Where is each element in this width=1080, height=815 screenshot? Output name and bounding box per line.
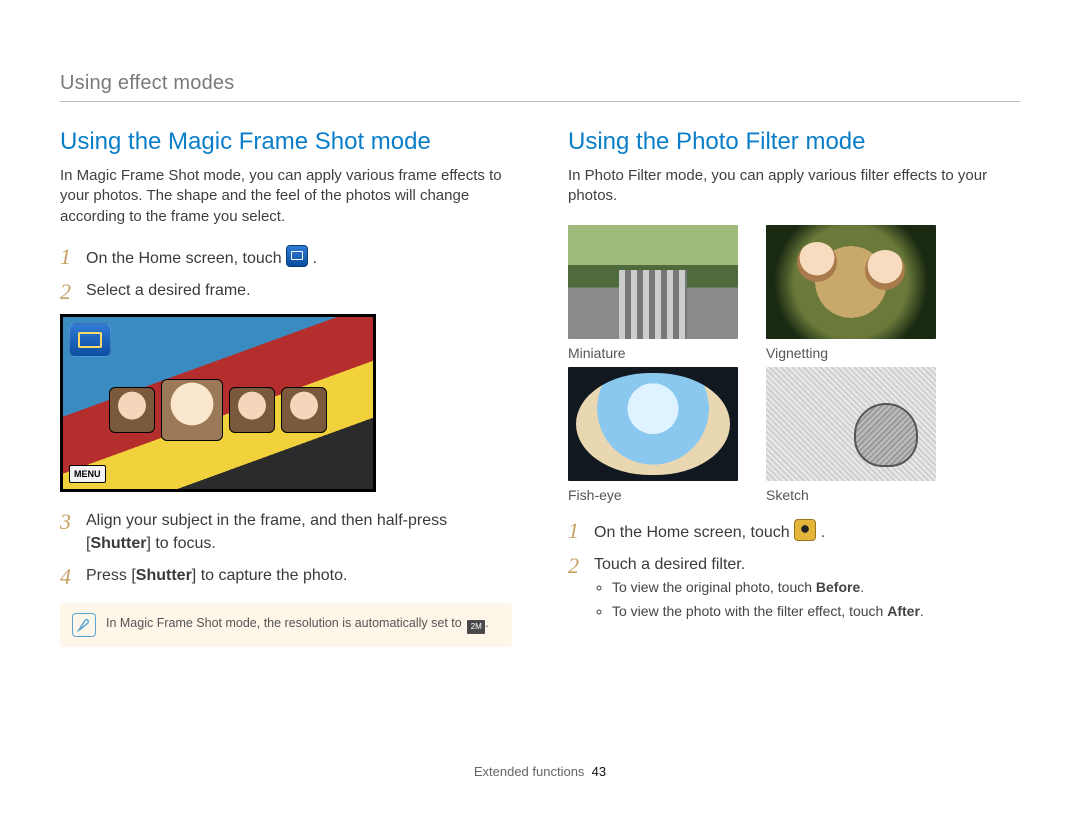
breadcrumb: Using effect modes xyxy=(60,72,1020,102)
text-fragment: In Magic Frame Shot mode, the resolution… xyxy=(106,616,465,630)
steps-list-continued: 3 Align your subject in the frame, and t… xyxy=(60,510,512,589)
section-title-photo-filter: Using the Photo Filter mode xyxy=(568,128,1020,156)
filter-label: Vignetting xyxy=(766,345,936,361)
filter-example: Fish-eye xyxy=(568,367,738,503)
step-text: On the Home screen, touch . xyxy=(594,519,1020,544)
step-text: Touch a desired filter. To view the orig… xyxy=(594,554,1020,626)
steps-list: 1 On the Home screen, touch . 2 Touch a … xyxy=(568,519,1020,626)
step-number: 2 xyxy=(60,280,86,304)
text-fragment: To view the original photo, touch xyxy=(612,579,816,595)
step-1: 1 On the Home screen, touch . xyxy=(60,245,512,270)
manual-page: Using effect modes Using the Magic Frame… xyxy=(0,0,1080,687)
step-2: 2 Touch a desired filter. To view the or… xyxy=(568,554,1020,626)
step-number: 1 xyxy=(568,519,594,543)
step-2: 2 Select a desired frame. xyxy=(60,280,512,304)
step-number: 3 xyxy=(60,510,86,534)
text-fragment: ] to capture the photo. xyxy=(192,567,348,584)
filter-examples-grid: Miniature Vignetting Fish-eye Sketch xyxy=(568,225,1020,503)
step-4: 4 Press [Shutter] to capture the photo. xyxy=(60,565,512,589)
filter-label: Sketch xyxy=(766,487,936,503)
shutter-label: Shutter xyxy=(136,567,192,584)
section-title-magic-frame: Using the Magic Frame Shot mode xyxy=(60,128,512,156)
text-fragment: Press [ xyxy=(86,567,136,584)
page-number: 43 xyxy=(592,764,606,779)
text-fragment: . xyxy=(313,250,317,267)
step-number: 2 xyxy=(568,554,594,578)
step-number: 4 xyxy=(60,565,86,589)
step-3: 3 Align your subject in the frame, and t… xyxy=(60,510,512,555)
filter-example: Vignetting xyxy=(766,225,936,361)
frame-thumbnail xyxy=(109,387,155,433)
step-1: 1 On the Home screen, touch . xyxy=(568,519,1020,544)
text-fragment: On the Home screen, touch xyxy=(86,250,286,267)
step-text: Press [Shutter] to capture the photo. xyxy=(86,565,512,587)
steps-list: 1 On the Home screen, touch . 2 Select a… xyxy=(60,245,512,305)
bullet-item: To view the original photo, touch Before… xyxy=(612,578,1020,598)
frame-thumbnail xyxy=(229,387,275,433)
fisheye-sample-image xyxy=(568,367,738,481)
page-footer: Extended functions 43 xyxy=(0,764,1080,779)
text-fragment: . xyxy=(485,616,488,630)
text-fragment: . xyxy=(920,603,924,619)
before-label: Before xyxy=(816,579,860,595)
camera-screenshot: MENU xyxy=(60,314,376,492)
bullet-item: To view the photo with the filter effect… xyxy=(612,602,1020,622)
mode-icon xyxy=(69,323,111,357)
sketch-sample-image xyxy=(766,367,936,481)
frame-thumbnail-selected xyxy=(161,379,223,441)
intro-text: In Magic Frame Shot mode, you can apply … xyxy=(60,166,512,227)
resolution-icon: 2M xyxy=(467,620,485,634)
text-fragment: On the Home screen, touch xyxy=(594,524,794,541)
menu-button-label: MENU xyxy=(69,465,106,483)
text-fragment: . xyxy=(821,524,825,541)
step-text: Select a desired frame. xyxy=(86,280,512,302)
step-number: 1 xyxy=(60,245,86,269)
filter-example: Miniature xyxy=(568,225,738,361)
right-column: Using the Photo Filter mode In Photo Fil… xyxy=(568,128,1020,647)
step-text: Align your subject in the frame, and the… xyxy=(86,510,512,555)
note-text: In Magic Frame Shot mode, the resolution… xyxy=(106,616,489,634)
text-fragment: . xyxy=(860,579,864,595)
step-text: On the Home screen, touch . xyxy=(86,245,512,270)
vignetting-sample-image xyxy=(766,225,936,339)
text-fragment: Touch a desired filter. xyxy=(594,556,745,573)
footer-section-label: Extended functions xyxy=(474,764,585,779)
filter-label: Miniature xyxy=(568,345,738,361)
filter-label: Fish-eye xyxy=(568,487,738,503)
sub-bullets: To view the original photo, touch Before… xyxy=(594,578,1020,621)
shutter-label: Shutter xyxy=(90,535,146,552)
intro-text: In Photo Filter mode, you can apply vari… xyxy=(568,166,1020,207)
frame-thumbnail xyxy=(281,387,327,433)
filter-example: Sketch xyxy=(766,367,936,503)
text-fragment: To view the photo with the filter effect… xyxy=(612,603,887,619)
left-column: Using the Magic Frame Shot mode In Magic… xyxy=(60,128,512,647)
frame-thumbnails xyxy=(109,387,327,449)
text-fragment: ] to focus. xyxy=(146,535,215,552)
after-label: After xyxy=(887,603,920,619)
magic-frame-mode-icon xyxy=(286,245,308,267)
two-column-layout: Using the Magic Frame Shot mode In Magic… xyxy=(60,128,1020,647)
photo-filter-mode-icon xyxy=(794,519,816,541)
note-box: In Magic Frame Shot mode, the resolution… xyxy=(60,603,512,647)
note-icon xyxy=(72,613,96,637)
miniature-sample-image xyxy=(568,225,738,339)
